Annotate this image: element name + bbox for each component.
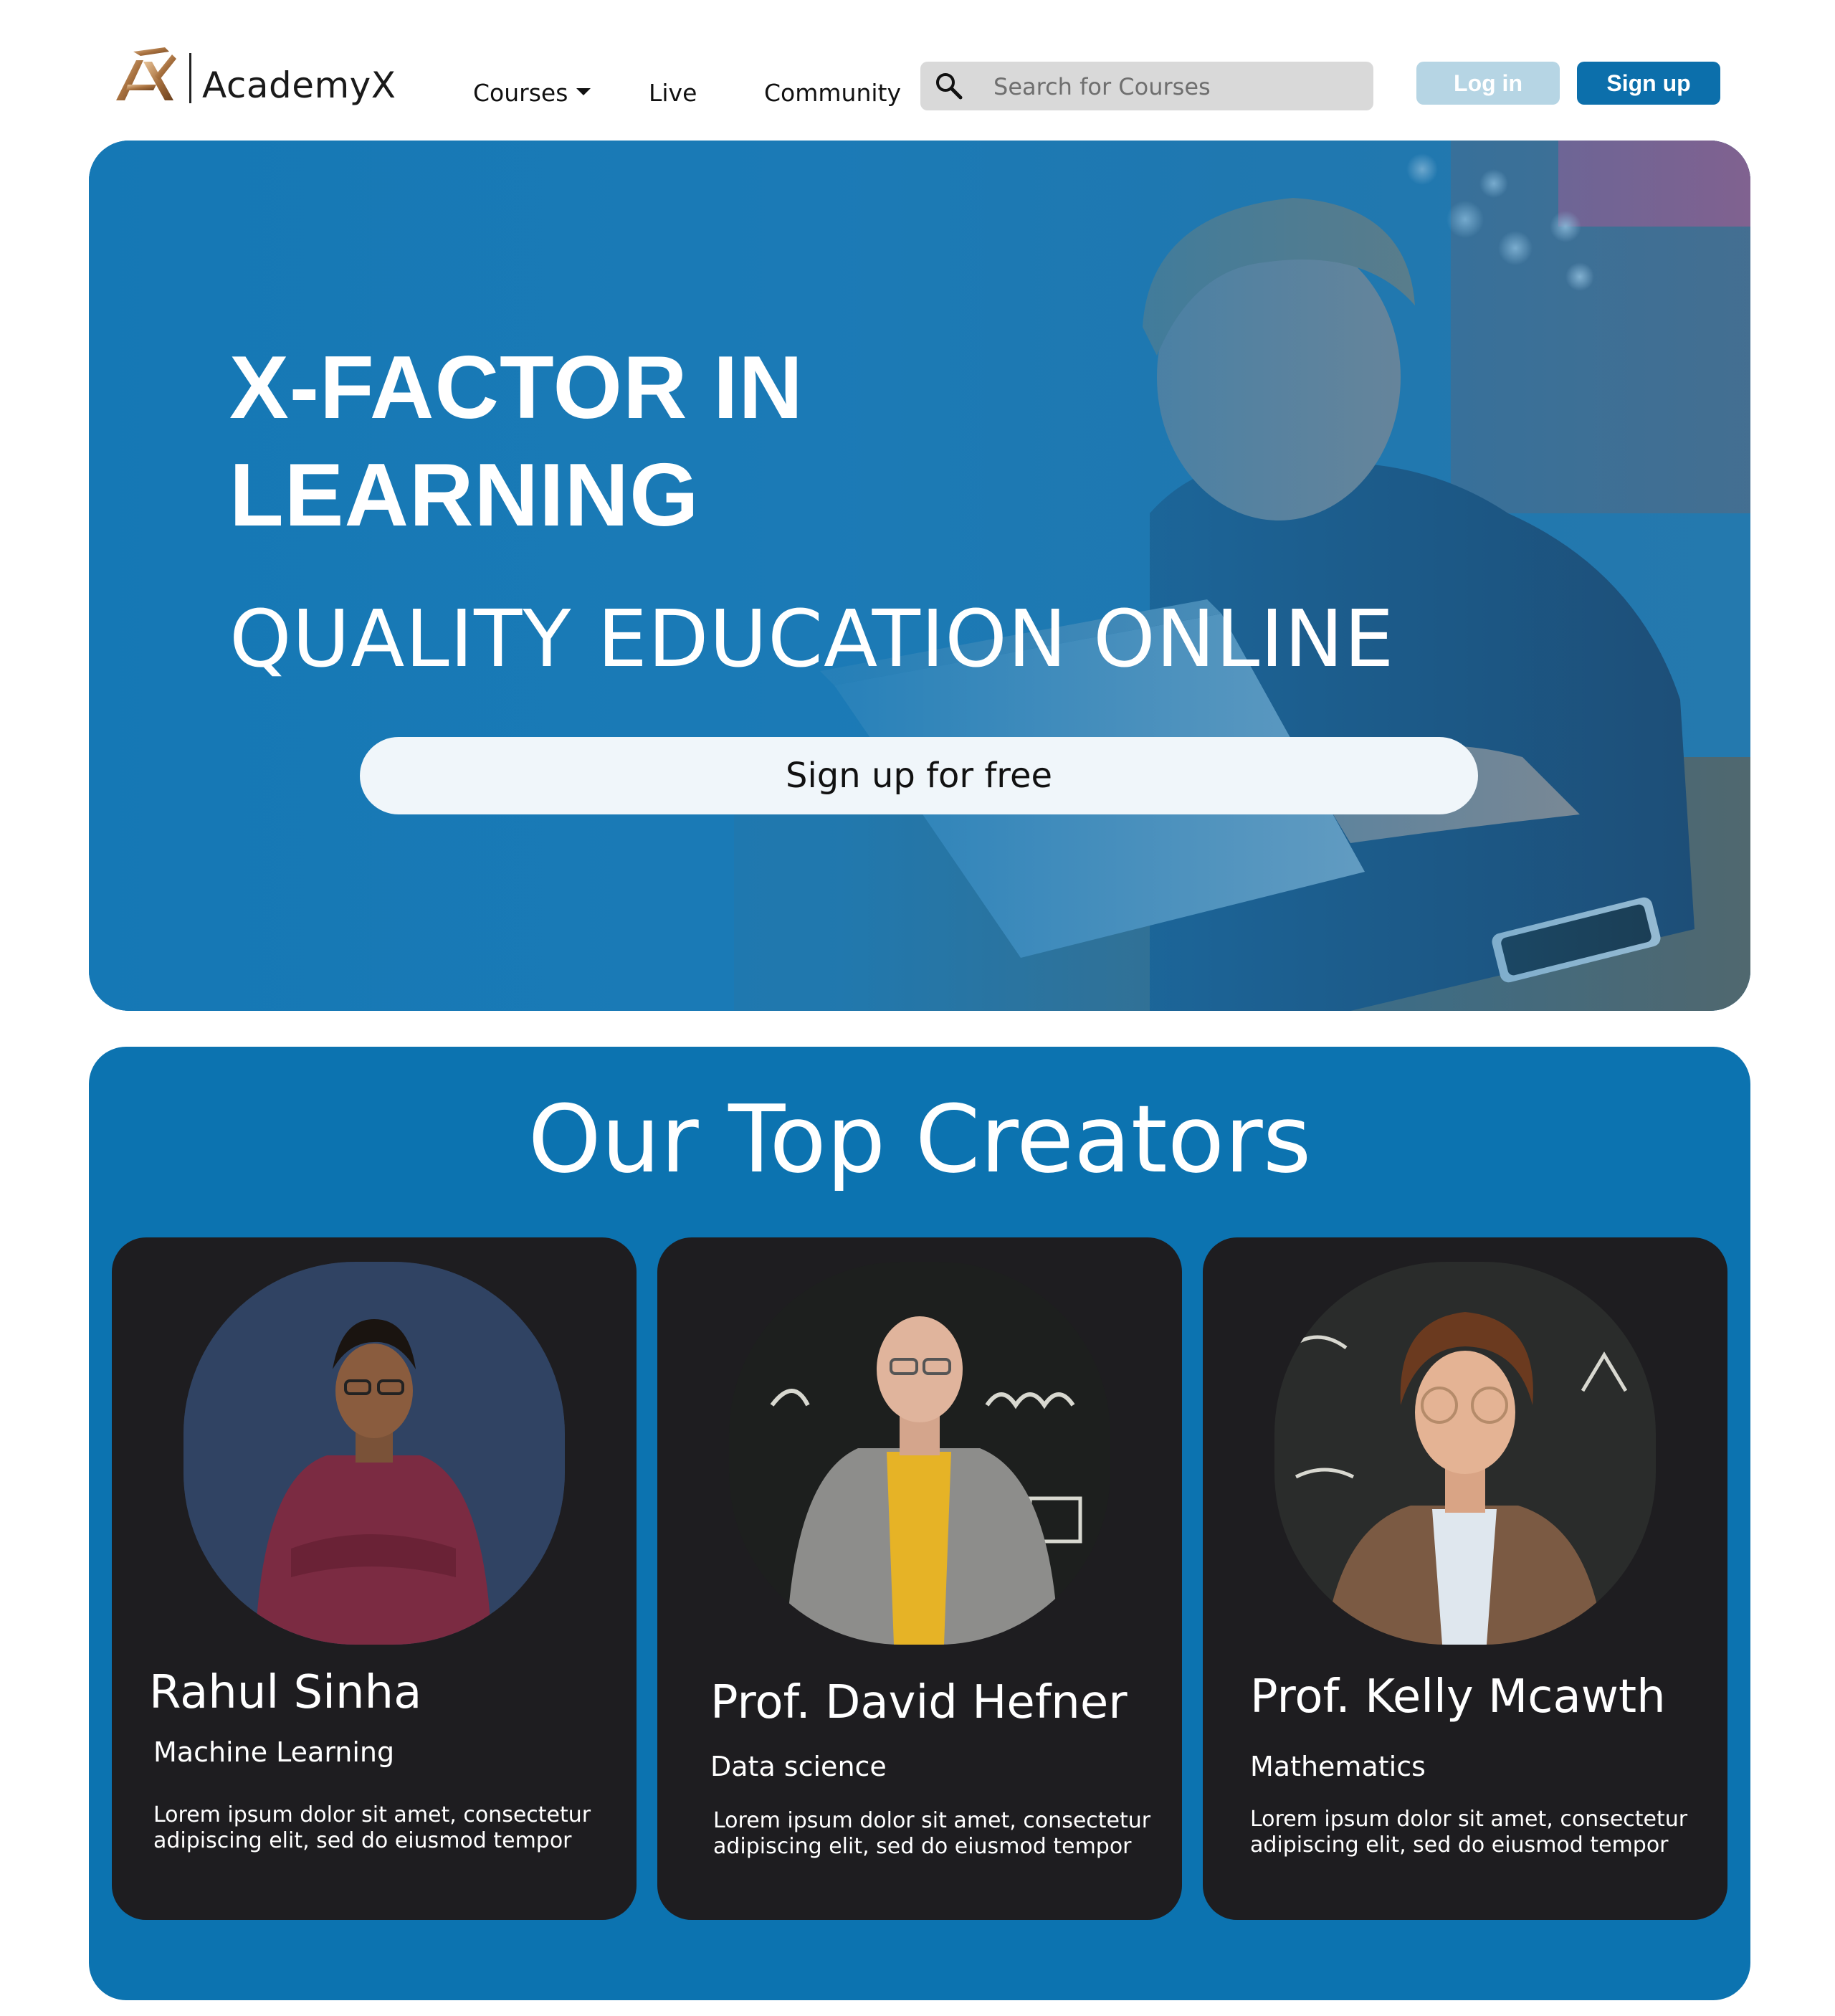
creator-card[interactable]: Rahul Sinha Machine Learning Lorem ipsum… bbox=[112, 1237, 637, 1920]
creator-field: Machine Learning bbox=[153, 1736, 395, 1768]
search-bar[interactable] bbox=[920, 62, 1373, 110]
brand-name: AcademyX bbox=[202, 65, 396, 106]
top-navigation: AcademyX Courses Live Community Log in S… bbox=[0, 0, 1835, 129]
hero-banner: X-FACTOR IN LEARNING QUALITY EDUCATION O… bbox=[89, 141, 1750, 1011]
brand-logo[interactable]: AcademyX bbox=[112, 47, 399, 112]
section-title: Our Top Creators bbox=[528, 1085, 1312, 1194]
nav-courses-dropdown[interactable]: Courses bbox=[473, 79, 591, 107]
creator-description-line1: Lorem ipsum dolor sit amet, consectetur bbox=[713, 1808, 1151, 1833]
creator-field: Mathematics bbox=[1250, 1751, 1426, 1782]
creator-name: Prof. Kelly Mcawth bbox=[1250, 1670, 1666, 1723]
hero-title-line1: X-FACTOR IN bbox=[229, 338, 804, 437]
creator-description-line2: adipiscing elit, sed do eiusmod tempor bbox=[153, 1828, 572, 1853]
creator-avatar bbox=[184, 1262, 565, 1645]
signup-button[interactable]: Sign up bbox=[1577, 62, 1720, 105]
logo-divider bbox=[189, 53, 191, 103]
hero-photo-man-with-laptop bbox=[89, 141, 1750, 1011]
caret-down-icon bbox=[576, 87, 591, 95]
creator-description: Lorem ipsum dolor sit amet, consectetur … bbox=[1250, 1807, 1695, 1858]
creator-avatar bbox=[1274, 1262, 1656, 1645]
academyx-logo-icon bbox=[116, 47, 176, 100]
nav-community-link[interactable]: Community bbox=[764, 79, 901, 107]
creator-description-line2: adipiscing elit, sed do eiusmod tempor bbox=[1250, 1832, 1669, 1858]
creator-card[interactable]: Prof. David Hefner Data science Lorem ip… bbox=[657, 1237, 1182, 1920]
creator-field: Data science bbox=[710, 1751, 887, 1782]
top-creators-section: Our Top Creators Rahul Sinha Machine Lea… bbox=[89, 1047, 1750, 2000]
hero-title: X-FACTOR IN LEARNING bbox=[229, 334, 1161, 549]
creator-description-line1: Lorem ipsum dolor sit amet, consectetur bbox=[1250, 1807, 1688, 1832]
signup-for-free-button[interactable]: Sign up for free bbox=[360, 737, 1478, 814]
creator-name: Rahul Sinha bbox=[149, 1666, 422, 1719]
creator-name: Prof. David Hefner bbox=[710, 1676, 1128, 1729]
creator-description-line2: adipiscing elit, sed do eiusmod tempor bbox=[713, 1834, 1132, 1859]
login-button[interactable]: Log in bbox=[1416, 62, 1560, 105]
hero-title-line2: LEARNING bbox=[229, 446, 700, 545]
creator-description: Lorem ipsum dolor sit amet, consectetur … bbox=[153, 1802, 598, 1854]
search-input[interactable] bbox=[992, 69, 1353, 105]
nav-courses-label: Courses bbox=[473, 79, 568, 107]
nav-live-link[interactable]: Live bbox=[649, 79, 697, 107]
hero-subtitle: QUALITY EDUCATION ONLINE bbox=[229, 593, 1395, 685]
creator-avatar bbox=[729, 1262, 1110, 1645]
creator-description-line1: Lorem ipsum dolor sit amet, consectetur bbox=[153, 1802, 591, 1827]
creator-card[interactable]: Prof. Kelly Mcawth Mathematics Lorem ips… bbox=[1203, 1237, 1727, 1920]
creator-description: Lorem ipsum dolor sit amet, consectetur … bbox=[713, 1808, 1158, 1860]
search-icon[interactable] bbox=[933, 70, 965, 102]
